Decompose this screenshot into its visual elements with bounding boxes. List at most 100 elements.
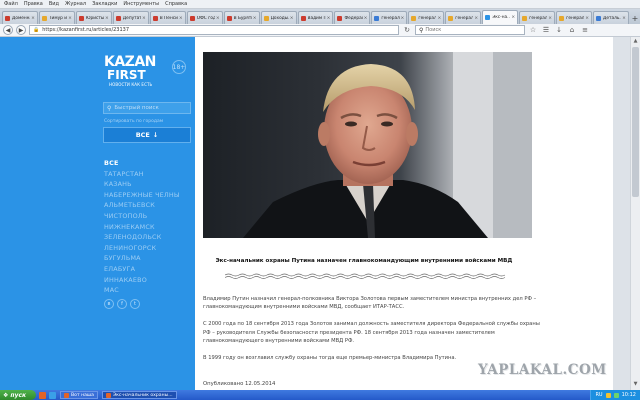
city-link[interactable]: КАЗАНЬ [104,179,180,190]
taskbar-button[interactable]: Экс-начальник охраны... [101,391,177,399]
new-tab-button[interactable]: + [630,13,640,24]
close-icon[interactable]: × [142,16,146,21]
page-scrollbar[interactable]: ▲ ▼ [630,37,640,390]
browser-tab[interactable]: Экс-на... × [482,10,519,24]
bookmarks-icon[interactable]: ☰ [541,25,551,35]
close-icon[interactable]: × [105,16,109,21]
tab-label: генералы... [566,15,584,21]
browser-tab[interactable]: генералы...× [556,11,592,24]
scroll-down-icon[interactable]: ▼ [631,381,640,389]
close-icon[interactable]: × [327,16,331,21]
browser-tab[interactable]: Вадим П...× [297,11,334,24]
close-icon[interactable]: × [68,16,72,21]
download-icon[interactable]: ↓ [554,25,564,35]
browser-tab[interactable]: В Пенсия...× [149,11,186,24]
menu-icon[interactable]: ≡ [580,25,590,35]
city-link[interactable]: ТАТАРСТАН [104,169,180,180]
city-link[interactable]: ЗЕЛЕНОДОЛЬСК [104,232,180,243]
facebook-icon[interactable]: f [117,299,127,309]
close-icon[interactable]: × [364,16,368,21]
menu-item[interactable]: Файл [4,1,18,7]
article-paragraph: Владимир Путин назначил генерал-полковни… [203,296,537,311]
ie-icon[interactable] [49,391,56,399]
site-logo[interactable]: KAZAN FIRST НОВОСТИ КАК ЕСТЬ [104,54,166,87]
tray-icon[interactable] [605,392,611,398]
browser-tab[interactable]: генералы...× [371,11,408,24]
browser-tab[interactable]: Юристы...× [75,11,112,24]
close-icon[interactable]: × [511,15,515,20]
taskbar: ❖ пуск Вот наша Экс-начальник охраны... R… [0,390,640,400]
close-icon[interactable]: × [253,16,257,21]
city-link[interactable]: ЧИСТОПОЛЬ [104,211,180,222]
address-bar[interactable]: 🔒 [29,25,399,35]
network-icon[interactable] [613,392,619,398]
tab-label: Доменна... [12,15,30,21]
menu-item[interactable]: Правка [24,1,43,7]
menu-item[interactable]: Вид [49,1,59,7]
city-link[interactable]: ЕЛАБУГА [104,264,180,275]
close-icon[interactable]: × [216,16,220,21]
close-icon[interactable]: × [31,16,35,21]
browser-search-box[interactable]: ⚲ [415,25,525,35]
start-button[interactable]: ❖ пуск [0,390,36,400]
task-list: Вот наша Экс-начальник охраны... [56,391,177,399]
close-icon[interactable]: × [290,16,294,21]
wavy-divider [225,273,506,279]
close-icon[interactable]: × [585,16,589,21]
scroll-thumb[interactable] [632,47,639,197]
browser-tab[interactable]: Доменна...× [2,11,38,24]
browser-tab[interactable]: Федерал...× [334,11,371,24]
all-cities-button[interactable]: ВСЕ ↓ [103,127,191,143]
favicon-icon [226,15,232,21]
city-link[interactable]: НИЖНЕКАМСК [104,222,180,233]
city-link[interactable]: АЛЬМЕТЬЕВСК [104,200,180,211]
quick-search-input[interactable] [114,105,187,111]
taskbar-button[interactable]: Вот наша [60,391,98,399]
browser-tab[interactable]: генералы× [519,11,556,24]
city-link[interactable]: МАС [104,285,180,296]
scroll-up-icon[interactable]: ▲ [631,38,640,46]
browser-tab[interactable]: ОФС год...× [186,11,223,24]
menu-item[interactable]: Журнал [65,1,86,7]
close-icon[interactable]: × [437,16,441,21]
menu-bar: Файл Правка Вид Журнал Закладки Инструменты Сп… [0,0,640,9]
vk-icon[interactable]: в [104,299,114,309]
all-cities-label: ВСЕ [135,131,150,139]
city-link[interactable]: БУГУЛЬМА [104,253,180,264]
article-area: Экс-начальник охраны Путина назначен гла… [195,37,613,390]
browser-tab[interactable]: Доходы...× [260,11,297,24]
url-input[interactable] [42,27,383,33]
browser-tab[interactable]: Деталь...× [593,11,629,24]
close-icon[interactable]: × [474,16,478,21]
close-icon[interactable]: × [622,16,626,21]
browser-tab[interactable]: генералы× [445,11,482,24]
language-indicator[interactable]: RU [595,392,602,398]
back-button[interactable]: ◀ [3,25,13,35]
article-paragraph: С 2000 года по 18 сентября 2013 года Зол… [203,321,540,344]
menu-item[interactable]: Инструменты [123,1,159,7]
close-icon[interactable]: × [179,16,183,21]
city-link[interactable]: ИННАКАЕВО [104,275,180,286]
search-hint: Сортировать по городам [104,119,164,124]
city-link[interactable]: ВСЕ [104,158,180,169]
home-icon[interactable]: ⌂ [567,25,577,35]
close-icon[interactable]: × [401,16,405,21]
menu-item[interactable]: Закладки [92,1,117,7]
twitter-icon[interactable]: t [130,299,140,309]
close-icon[interactable]: × [548,16,552,21]
browser-tab[interactable]: генералы× [408,11,445,24]
firefox-icon[interactable] [39,391,46,399]
reload-icon[interactable]: ↻ [402,25,412,35]
star-icon[interactable]: ☆ [528,25,538,35]
forward-button[interactable]: ▶ [16,25,26,35]
city-link[interactable]: ЛЕНИНОГОРСК [104,243,180,254]
city-link[interactable]: НАБЕРЕЖНЫЕ ЧЕЛНЫ [104,190,180,201]
browser-search-input[interactable] [425,27,521,33]
browser-tab[interactable]: В Бурятии× [223,11,260,24]
browser-tab[interactable]: Депутат...× [112,11,149,24]
menu-item[interactable]: Справка [165,1,187,7]
tab-label: В Пенсия... [159,15,178,21]
quick-search-box[interactable]: ⚲ [103,102,191,114]
browser-tab[interactable]: Тимур и...× [38,11,75,24]
tab-label: Депутат... [122,15,141,21]
